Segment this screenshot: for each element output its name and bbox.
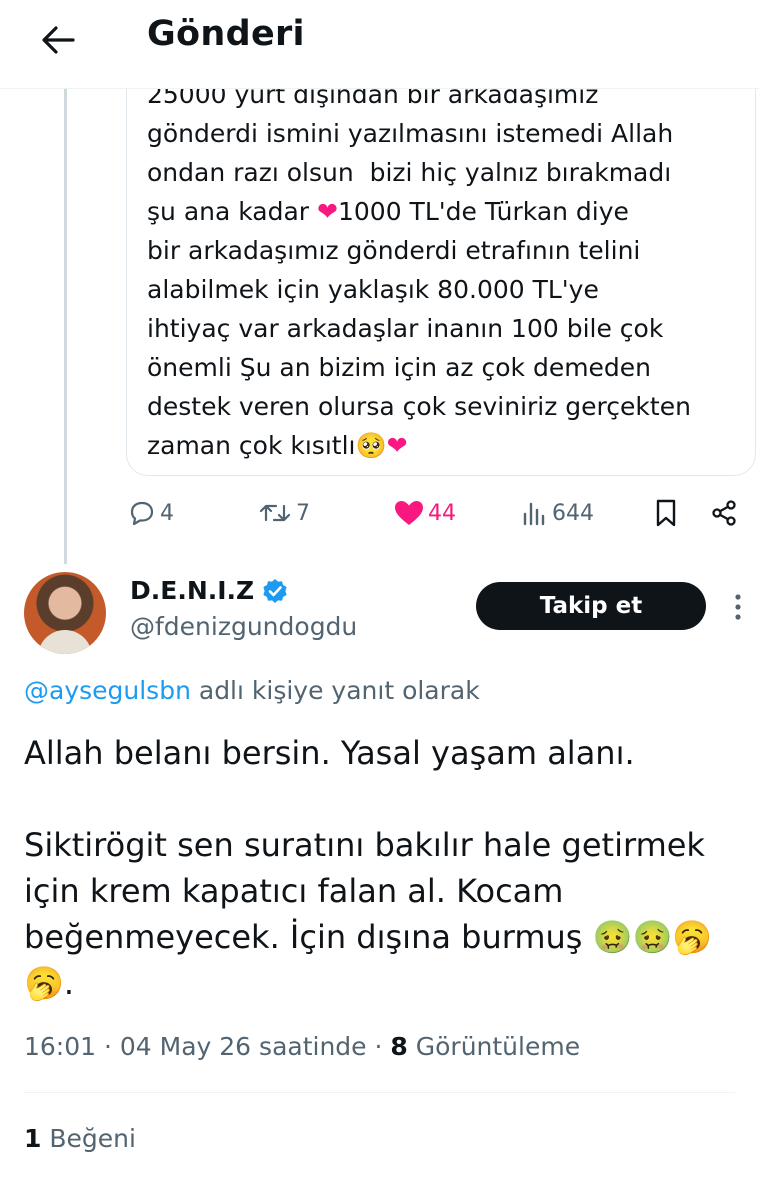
tweet-author: D.E.N.I.Z @fdenizgundogdu Takip et xyxy=(24,572,759,658)
verified-badge-icon xyxy=(263,578,287,603)
tweet-meta: 16:01 · 04 May 26 saatinde · 8 Görüntüle… xyxy=(24,1032,580,1061)
likes-count: 1 xyxy=(24,1124,42,1153)
view-count-label: Görüntüleme xyxy=(407,1032,581,1061)
like-count: 44 xyxy=(428,500,456,526)
bookmark-button[interactable] xyxy=(654,496,678,530)
heart-emoji: ❤ xyxy=(386,431,408,460)
more-vertical-icon xyxy=(735,594,741,620)
quoted-tweet-text: 25000 yurt dışından bir arkadaşımız gönd… xyxy=(147,80,691,460)
share-button[interactable] xyxy=(710,496,738,530)
quoted-tweet-actions: 4 7 44 644 xyxy=(124,496,744,530)
author-handle[interactable]: @fdenizgundogdu xyxy=(130,612,357,641)
tweet-time[interactable]: 16:01 xyxy=(24,1032,96,1061)
avatar-shoulders xyxy=(38,630,92,654)
more-options-button[interactable] xyxy=(726,590,750,624)
meta-separator: · xyxy=(366,1032,391,1061)
quoted-tweet-card[interactable]: 25000 yurt dışından bir arkadaşımız gönd… xyxy=(126,40,756,476)
repost-button[interactable]: 7 xyxy=(258,496,310,530)
arrow-left-icon xyxy=(42,26,75,54)
bookmark-icon xyxy=(656,499,676,527)
author-name[interactable]: D.E.N.I.Z xyxy=(130,576,288,605)
likes-label: Beğeni xyxy=(41,1124,136,1153)
follow-button[interactable]: Takip et xyxy=(476,582,706,630)
page-title: Gönderi xyxy=(147,14,305,54)
thread-connector-line xyxy=(64,88,67,564)
author-display-name: D.E.N.I.Z xyxy=(130,576,255,605)
view-count: 644 xyxy=(552,500,594,526)
likes-summary[interactable]: 1 Beğeni xyxy=(24,1124,136,1153)
heart-emoji: ❤ xyxy=(317,197,338,226)
view-count-number: 8 xyxy=(390,1032,408,1061)
tweet-text: Allah belanı bersin. Yasal yaşam alanı. … xyxy=(24,734,713,1002)
top-bar: Gönderi xyxy=(0,0,759,89)
meta-separator: · xyxy=(96,1032,120,1061)
repost-icon xyxy=(259,504,291,522)
divider xyxy=(24,1092,735,1093)
heart-filled-icon xyxy=(395,501,423,525)
reply-button[interactable]: 4 xyxy=(128,496,174,530)
views-button[interactable]: 644 xyxy=(522,496,594,530)
reply-context: @aysegulsbn adlı kişiye yanıt olarak xyxy=(24,676,480,705)
tweet-date[interactable]: 04 May 26 saatinde xyxy=(120,1032,367,1061)
avatar[interactable] xyxy=(24,572,106,654)
like-button[interactable]: 44 xyxy=(394,496,456,530)
reply-to-handle-link[interactable]: @aysegulsbn xyxy=(24,676,191,705)
repost-count: 7 xyxy=(296,500,310,526)
back-button[interactable] xyxy=(36,18,80,62)
pleading-face-emoji: 🥺 xyxy=(355,431,387,460)
reply-count: 4 xyxy=(160,500,174,526)
analytics-icon xyxy=(523,502,545,526)
share-icon xyxy=(712,500,736,526)
comment-icon xyxy=(130,501,154,526)
reply-to-suffix: adlı kişiye yanıt olarak xyxy=(190,676,480,705)
